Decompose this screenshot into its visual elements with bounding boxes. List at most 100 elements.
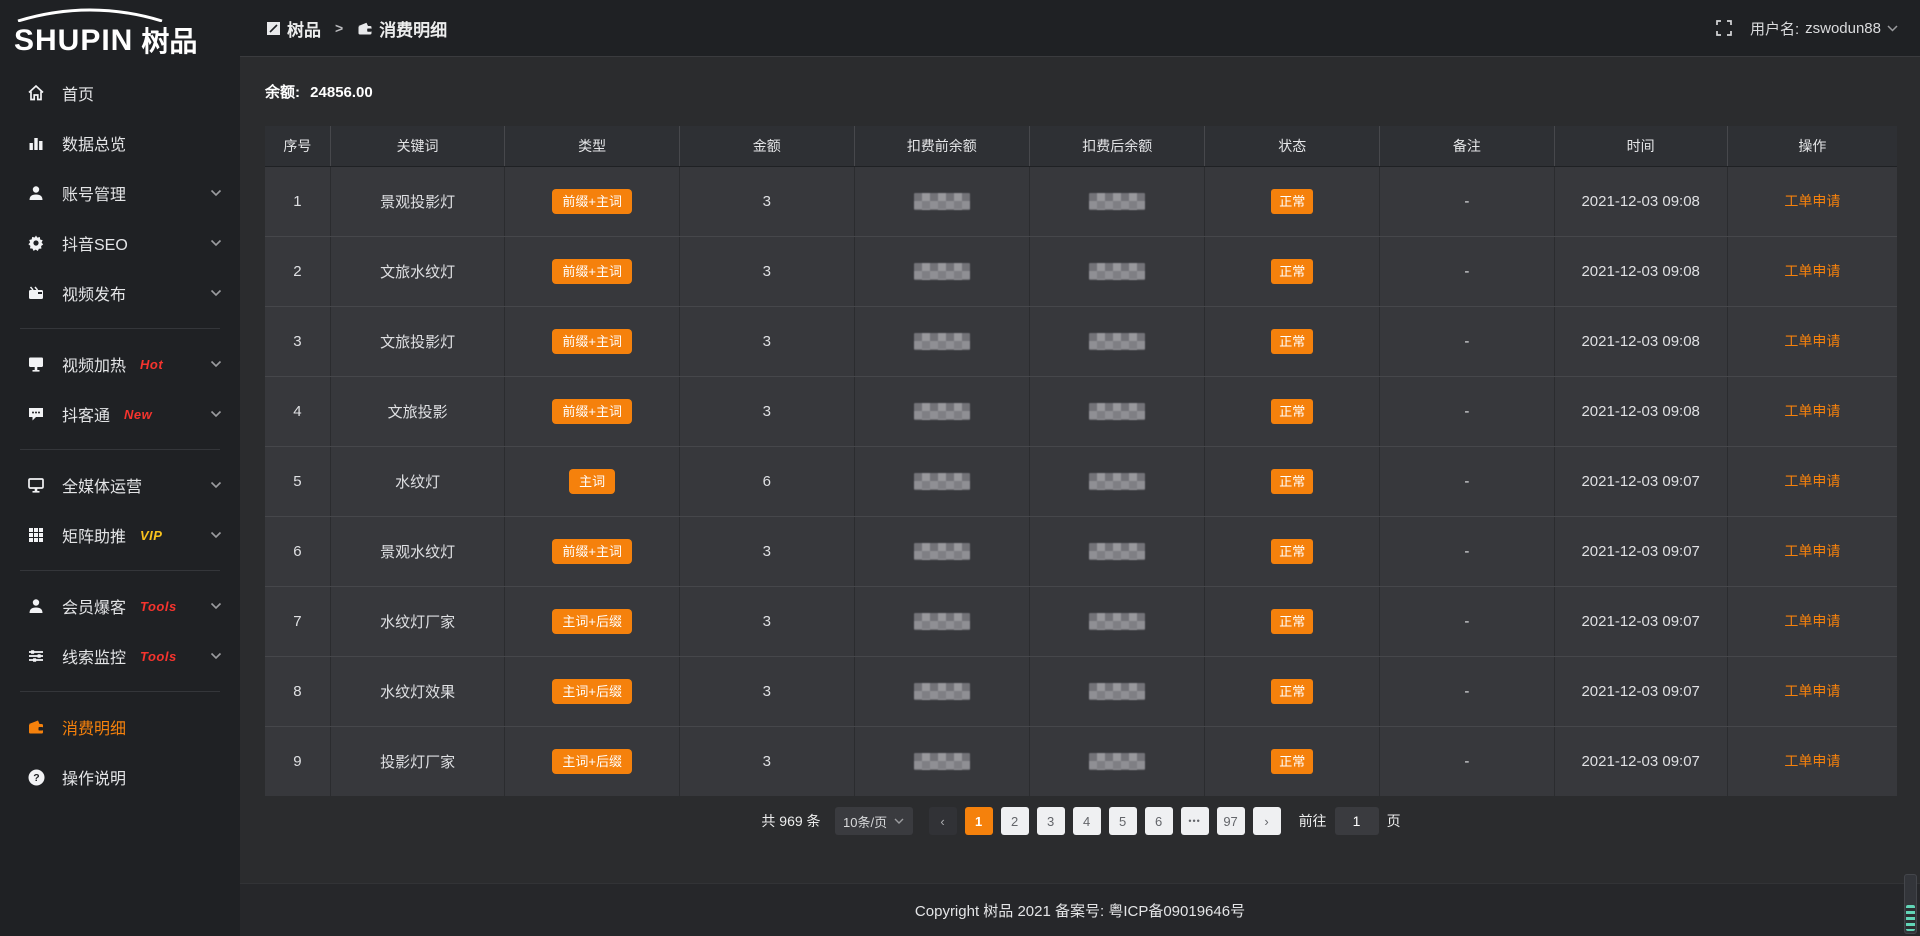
type-badge: 主词+后缀 <box>552 749 632 774</box>
sidebar-item-all-media[interactable]: 全媒体运营 <box>0 460 240 510</box>
sidebar-item-member-baoke[interactable]: 会员爆客 Tools <box>0 581 240 631</box>
sidebar-item-label: 全媒体运营 <box>62 473 142 497</box>
sidebar-item-label: 首页 <box>62 81 94 105</box>
bar-chart-icon <box>26 133 46 153</box>
cell-time: 2021-12-03 09:08 <box>1554 376 1727 446</box>
page-button-4[interactable]: 4 <box>1073 807 1101 835</box>
page-button-1[interactable]: 1 <box>965 807 993 835</box>
sidebar-item-account[interactable]: 账号管理 <box>0 168 240 218</box>
redacted-balance-before <box>914 753 970 770</box>
cell-keyword: 文旅水纹灯 <box>330 236 505 306</box>
member-icon <box>26 596 46 616</box>
work-order-link[interactable]: 工单申请 <box>1784 193 1840 209</box>
cell-index: 8 <box>265 656 330 726</box>
cell-index: 7 <box>265 586 330 656</box>
redacted-balance-after <box>1089 753 1145 770</box>
work-order-link[interactable]: 工单申请 <box>1784 473 1840 489</box>
wallet-icon <box>357 21 373 36</box>
goto-label: 前往 <box>1299 811 1327 831</box>
username-label: 用户名: <box>1750 18 1799 39</box>
work-order-link[interactable]: 工单申请 <box>1784 333 1840 349</box>
sidebar-item-consumption-detail[interactable]: 消费明细 <box>0 702 240 752</box>
cell-remark: - <box>1380 586 1555 656</box>
page-size-select[interactable]: 10条/页 <box>835 807 913 835</box>
work-order-link[interactable]: 工单申请 <box>1784 403 1840 419</box>
page-button-5[interactable]: 5 <box>1109 807 1137 835</box>
sidebar-item-label: 消费明细 <box>62 715 126 739</box>
new-badge: New <box>124 407 152 422</box>
prev-page-button[interactable]: ‹ <box>929 807 957 835</box>
type-badge: 前缀+主词 <box>552 539 632 564</box>
type-badge: 主词 <box>569 469 615 494</box>
sidebar-divider <box>20 449 220 450</box>
type-badge: 前缀+主词 <box>552 329 632 354</box>
scrollbar[interactable] <box>1904 874 1917 934</box>
brand-logo-en: SHUPIN <box>14 26 133 56</box>
work-order-link[interactable]: 工单申请 <box>1784 753 1840 769</box>
breadcrumb: 树品 > 消费明细 <box>266 16 447 41</box>
sidebar-item-douketong[interactable]: 抖客通 New <box>0 389 240 439</box>
type-badge: 前缀+主词 <box>552 399 632 424</box>
sidebar-item-instructions[interactable]: ? 操作说明 <box>0 752 240 802</box>
table-row: 7 水纹灯厂家 主词+后缀 3 正常 - 2021-12-03 09:07 工单… <box>265 586 1897 656</box>
goto-page-input[interactable] <box>1335 807 1379 835</box>
home-icon <box>26 83 46 103</box>
status-badge: 正常 <box>1271 679 1313 704</box>
redacted-balance-before <box>914 683 970 700</box>
cell-amount: 3 <box>679 376 854 446</box>
work-order-link[interactable]: 工单申请 <box>1784 683 1840 699</box>
page-button-3[interactable]: 3 <box>1037 807 1065 835</box>
sidebar-item-label: 数据总览 <box>62 131 126 155</box>
user-menu[interactable]: 用户名: zswodun88 <box>1750 18 1898 39</box>
page-button-97[interactable]: 97 <box>1217 807 1245 835</box>
redacted-balance-after <box>1089 263 1145 280</box>
tools-badge: Tools <box>140 649 177 664</box>
sidebar-menu: 首页 数据总览 账号管理 抖音SEO 视频发布 视频加热 Hot <box>0 68 240 802</box>
question-icon: ? <box>26 767 46 787</box>
status-badge: 正常 <box>1271 749 1313 774</box>
breadcrumb-item-home[interactable]: 树品 <box>287 16 321 41</box>
cell-remark: - <box>1380 656 1555 726</box>
user-icon <box>26 183 46 203</box>
sidebar-item-home[interactable]: 首页 <box>0 68 240 118</box>
cell-index: 2 <box>265 236 330 306</box>
redacted-balance-before <box>914 613 970 630</box>
work-order-link[interactable]: 工单申请 <box>1784 263 1840 279</box>
sidebar-item-video-heat[interactable]: 视频加热 Hot <box>0 339 240 389</box>
table-row: 3 文旅投影灯 前缀+主词 3 正常 - 2021-12-03 09:08 工单… <box>265 306 1897 376</box>
fullscreen-icon[interactable] <box>1716 20 1732 36</box>
balance: 余额: 24856.00 <box>265 81 1897 102</box>
chevron-down-icon <box>1887 25 1898 32</box>
sidebar-item-label: 线索监控 <box>62 644 126 668</box>
page-button-6[interactable]: 6 <box>1145 807 1173 835</box>
cell-keyword: 景观投影灯 <box>330 166 505 236</box>
status-badge: 正常 <box>1271 259 1313 284</box>
scrollbar-thumb[interactable] <box>1906 905 1915 931</box>
goto-suffix: 页 <box>1387 811 1401 831</box>
next-page-button[interactable]: › <box>1253 807 1281 835</box>
type-badge: 前缀+主词 <box>552 259 632 284</box>
hot-badge: Hot <box>140 357 163 372</box>
page-button-2[interactable]: 2 <box>1001 807 1029 835</box>
wallet-icon <box>26 717 46 737</box>
grid-icon <box>26 525 46 545</box>
page-size-value: 10条/页 <box>843 812 887 831</box>
sidebar-item-matrix-boost[interactable]: 矩阵助推 VIP <box>0 510 240 560</box>
cell-keyword: 文旅投影 <box>330 376 505 446</box>
sidebar-item-label: 视频加热 <box>62 352 126 376</box>
logo-arc-icon <box>14 8 166 22</box>
sidebar-item-video-publish[interactable]: 视频发布 <box>0 268 240 318</box>
table-row: 2 文旅水纹灯 前缀+主词 3 正常 - 2021-12-03 09:08 工单… <box>265 236 1897 306</box>
sidebar-item-data-overview[interactable]: 数据总览 <box>0 118 240 168</box>
cell-remark: - <box>1380 376 1555 446</box>
cell-remark: - <box>1380 516 1555 586</box>
chevron-down-icon <box>210 652 222 660</box>
cell-time: 2021-12-03 09:07 <box>1554 726 1727 796</box>
sidebar-item-clue-monitor[interactable]: 线索监控 Tools <box>0 631 240 681</box>
cell-remark: - <box>1380 306 1555 376</box>
pagination-total: 共 969 条 <box>761 811 820 831</box>
work-order-link[interactable]: 工单申请 <box>1784 543 1840 559</box>
work-order-link[interactable]: 工单申请 <box>1784 613 1840 629</box>
more-pages-button[interactable]: ••• <box>1181 807 1209 835</box>
sidebar-item-douyin-seo[interactable]: 抖音SEO <box>0 218 240 268</box>
